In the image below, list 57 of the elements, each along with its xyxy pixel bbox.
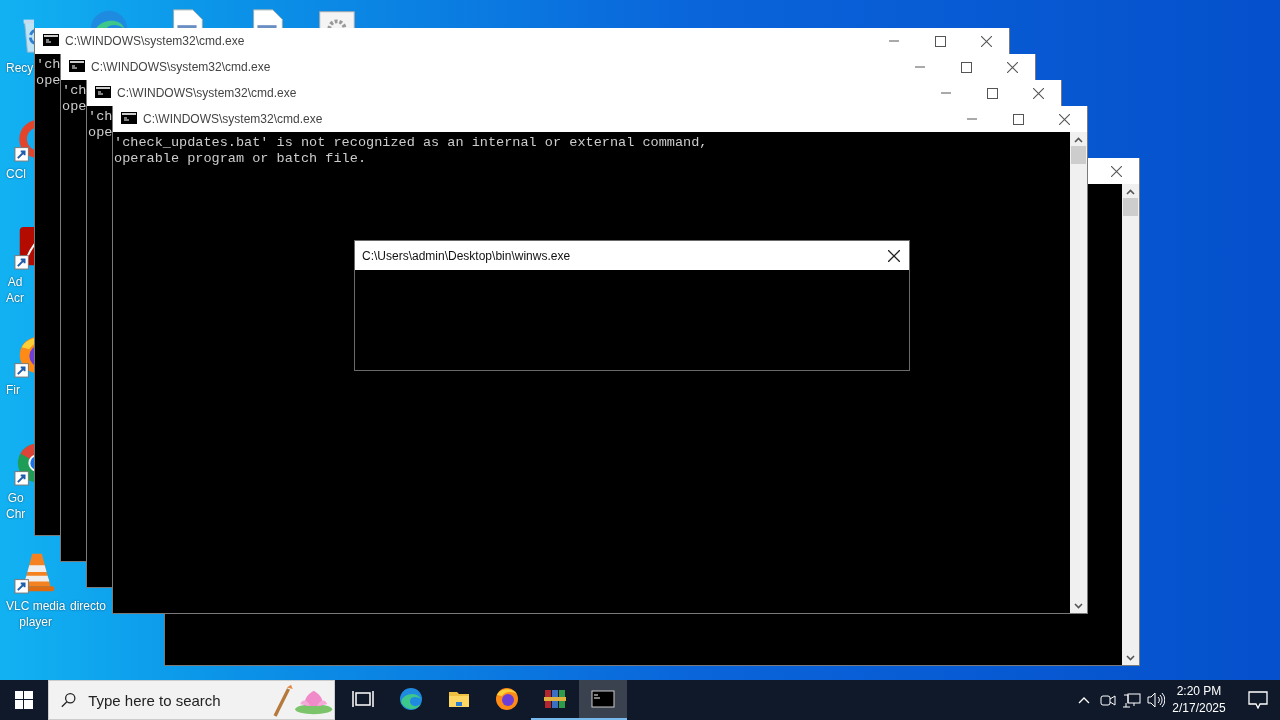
scrollbar[interactable]: [1070, 132, 1087, 613]
close-icon: [980, 35, 992, 47]
icon-label: Ad Acr: [6, 274, 24, 306]
taskbar-button[interactable]: [579, 680, 627, 720]
speaker-icon: [1147, 692, 1165, 708]
maximize-icon: [934, 35, 946, 47]
icon-label: CCl: [6, 166, 26, 182]
scrollbar-thumb[interactable]: [1123, 198, 1138, 216]
console-line: 'ch: [88, 109, 113, 125]
chevron-up-icon: [1078, 696, 1090, 704]
window-title: C:\WINDOWS\system32\cmd.exe: [143, 112, 324, 126]
console-line: 'ch: [62, 83, 87, 99]
search-box[interactable]: Type here to search: [48, 680, 335, 720]
window-title: C:\WINDOWS\system32\cmd.exe: [117, 86, 298, 100]
maximize-icon: [1012, 113, 1024, 125]
window-title: C:\WINDOWS\system32\cmd.exe: [91, 60, 272, 74]
console-icon: [95, 86, 111, 98]
network-icon: [1123, 692, 1141, 708]
window-title: C:\WINDOWS\system32\cmd.exe: [65, 34, 246, 48]
icon-label: Go Chr: [6, 490, 26, 522]
console-line: 'check_updates.bat' is not recognized as an internal or external command,: [114, 135, 708, 151]
close-icon: [1058, 113, 1070, 125]
console-icon: [43, 34, 59, 46]
maximize-icon: [960, 61, 972, 73]
icon-label: Fir: [6, 382, 20, 398]
console-line: operable program or batch file.: [114, 151, 366, 167]
console-line: ope: [88, 125, 113, 141]
search-icon: [61, 691, 77, 709]
window-title: C:\Users\admin\Desktop\bin\winws.exe: [362, 248, 572, 263]
camera-icon: [1100, 692, 1116, 708]
clock[interactable]: 2:20 PM 2/17/2025: [1168, 680, 1230, 720]
maximize-icon: [986, 87, 998, 99]
close-icon: [1006, 61, 1018, 73]
close-icon: [888, 249, 900, 262]
icon-label: directo: [70, 598, 107, 614]
windows-icon: [15, 691, 33, 709]
terminal-icon: [591, 687, 615, 711]
scrollbar[interactable]: [1122, 184, 1139, 665]
books-icon: [543, 687, 567, 711]
scroll-up-icon[interactable]: [1074, 137, 1083, 143]
console-icon: [121, 112, 137, 124]
search-field[interactable]: Type here to search: [86, 690, 271, 710]
swirl-icon: [399, 687, 423, 711]
scroll-down-icon[interactable]: [1126, 655, 1135, 661]
close-icon: [1110, 165, 1122, 177]
notification-icon: [1248, 691, 1268, 709]
fox-icon: [495, 687, 519, 711]
console-line: ope: [36, 73, 61, 89]
console-line: ope: [62, 99, 87, 115]
scroll-up-icon[interactable]: [1126, 189, 1135, 195]
scroll-down-icon[interactable]: [1074, 603, 1083, 609]
console-line: 'ch: [36, 57, 61, 73]
close-icon: [1032, 87, 1044, 99]
scrollbar-thumb[interactable]: [1071, 146, 1086, 164]
icon-label: Recy: [6, 60, 34, 76]
console-icon: [69, 60, 85, 72]
icon-label: VLC media player: [6, 598, 66, 630]
